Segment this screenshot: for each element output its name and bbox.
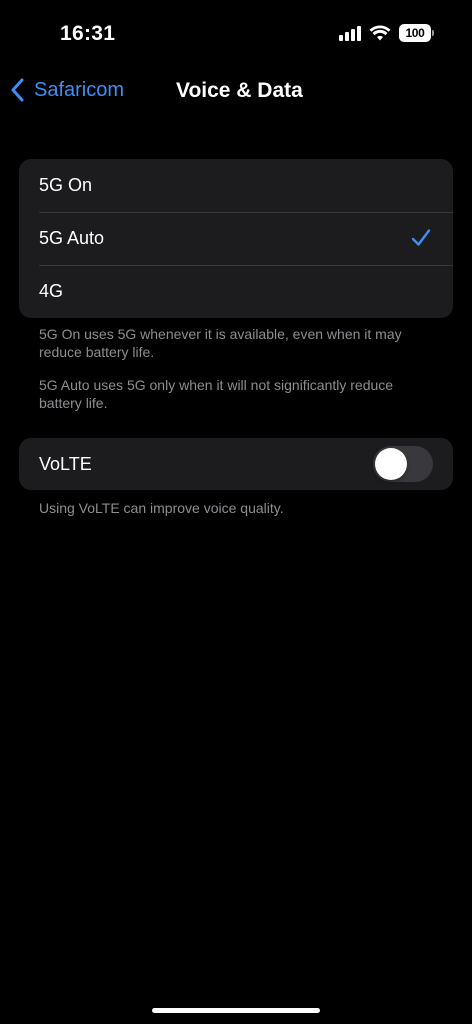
option-label: 5G On: [39, 175, 93, 195]
option-label: 5G Auto: [39, 228, 105, 248]
footnote-volte: Using VoLTE can improve voice quality.: [39, 500, 284, 516]
back-button[interactable]: Safaricom: [10, 78, 124, 102]
status-bar: 16:31 100: [0, 0, 472, 70]
page-title: Voice & Data: [176, 79, 303, 102]
volte-toggle[interactable]: [373, 446, 433, 482]
volte-group: VoLTE: [19, 438, 453, 490]
navigation-bar: Safaricom Voice & Data: [0, 70, 472, 114]
back-label: Safaricom: [34, 78, 125, 101]
footnote-5g-auto: 5G Auto uses 5G only when it will not si…: [39, 377, 394, 411]
voice-data-screen: 16:31 100 Safaricom Voice & Data 5G On 5…: [0, 0, 472, 1024]
checkmark-icon: [411, 229, 431, 246]
option-5g-auto[interactable]: 5G Auto: [19, 212, 453, 265]
volte-label: VoLTE: [39, 453, 92, 474]
volte-row: VoLTE: [19, 438, 453, 490]
status-indicators: 100: [339, 24, 434, 42]
chevron-left-icon: [11, 78, 24, 102]
battery-level: 100: [399, 24, 431, 42]
option-5g-on[interactable]: 5G On: [19, 159, 453, 212]
status-time: 16:31: [60, 22, 116, 45]
wifi-icon: [369, 25, 391, 41]
option-4g[interactable]: 4G: [19, 265, 453, 318]
option-label: 4G: [39, 281, 64, 301]
network-mode-group: 5G On 5G Auto 4G: [19, 159, 453, 318]
home-indicator[interactable]: [152, 1008, 320, 1013]
toggle-knob: [375, 448, 407, 480]
cellular-signal-icon: [339, 25, 361, 41]
battery-icon: 100: [399, 24, 434, 42]
footnote-5g-on: 5G On uses 5G whenever it is available, …: [39, 326, 402, 360]
